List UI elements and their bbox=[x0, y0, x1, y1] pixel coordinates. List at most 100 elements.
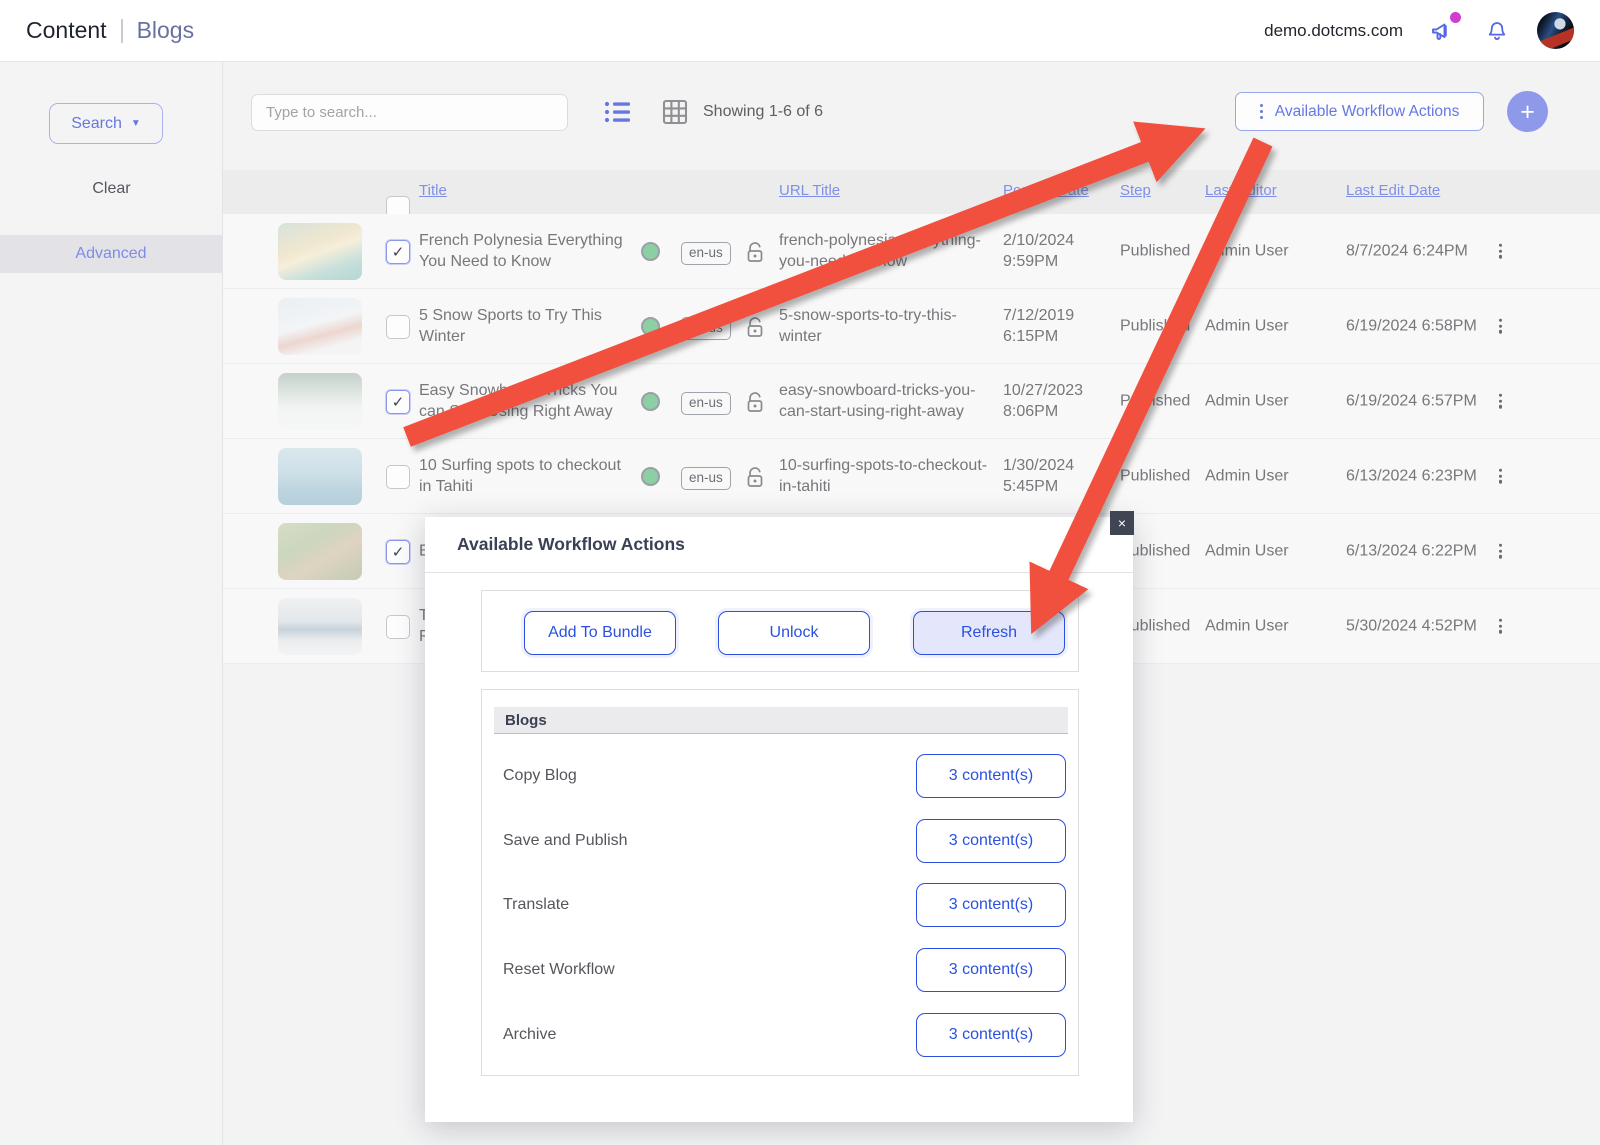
posting-date: 10/27/2023 8:06PM bbox=[1003, 380, 1099, 422]
add-content-button[interactable]: + bbox=[1507, 91, 1548, 132]
column-header-posting-date[interactable]: Posting Date bbox=[1003, 182, 1089, 199]
status-dot bbox=[641, 392, 660, 411]
workflow-step: Published bbox=[1120, 390, 1190, 411]
column-header-step[interactable]: Step bbox=[1120, 182, 1151, 199]
close-icon[interactable]: × bbox=[1110, 511, 1134, 535]
last-editor: Admin User bbox=[1205, 240, 1289, 261]
language-badge: en-us bbox=[681, 392, 731, 415]
workflow-action-label: Archive bbox=[503, 1026, 556, 1044]
workflow-group-box: Blogs Copy Blog 3 content(s) Save and Pu… bbox=[481, 689, 1079, 1076]
unlock-icon bbox=[745, 241, 765, 263]
row-menu-icon[interactable] bbox=[1495, 615, 1506, 638]
app-header: Content Blogs demo.dotcms.com bbox=[0, 0, 1600, 62]
search-input[interactable] bbox=[251, 94, 568, 131]
workflow-action-label: Translate bbox=[503, 896, 569, 914]
blog-title: French Polynesia Everything You Need to … bbox=[419, 230, 631, 272]
grid-view-icon[interactable] bbox=[662, 99, 690, 125]
blog-title: 5 Snow Sports to Try This Winter bbox=[419, 305, 631, 347]
row-menu-icon[interactable] bbox=[1495, 315, 1506, 338]
blog-thumbnail bbox=[278, 223, 362, 280]
save-and-publish-count-button[interactable]: 3 content(s) bbox=[916, 819, 1066, 863]
breadcrumb-content[interactable]: Content bbox=[26, 17, 107, 44]
url-title: french-polynesia-everything-you-need-to-… bbox=[779, 230, 993, 272]
column-header-title[interactable]: Title bbox=[419, 182, 447, 199]
column-header-url-title[interactable]: URL Title bbox=[779, 182, 840, 199]
search-dropdown-button[interactable]: Search ▼ bbox=[49, 103, 163, 144]
page-title: Blogs bbox=[137, 17, 195, 44]
url-title: easy-snowboard-tricks-you-can-start-usin… bbox=[779, 380, 993, 422]
refresh-button[interactable]: Refresh bbox=[913, 611, 1065, 655]
column-header-last-edit-date[interactable]: Last Edit Date bbox=[1346, 182, 1440, 199]
unlock-icon bbox=[745, 316, 765, 338]
megaphone-icon[interactable] bbox=[1429, 17, 1457, 45]
posting-date: 1/30/2024 5:45PM bbox=[1003, 455, 1099, 497]
row-checkbox[interactable] bbox=[386, 465, 410, 489]
table-row[interactable]: 5 Snow Sports to Try This Winter en-us 5… bbox=[223, 289, 1600, 364]
sidebar-item-advanced[interactable]: Advanced bbox=[0, 235, 222, 273]
last-edit-date: 6/13/2024 6:22PM bbox=[1346, 540, 1477, 561]
translate-count-button[interactable]: 3 content(s) bbox=[916, 883, 1066, 927]
workflow-step: Published bbox=[1120, 465, 1190, 486]
workflow-group-title: Blogs bbox=[505, 712, 547, 729]
bulk-actions-box: Add To Bundle Unlock Refresh bbox=[481, 590, 1079, 672]
url-title: 10-surfing-spots-to-checkout-in-tahiti bbox=[779, 455, 993, 497]
unlock-button[interactable]: Unlock bbox=[718, 611, 870, 655]
bell-icon[interactable] bbox=[1483, 17, 1511, 45]
workflow-step: Published bbox=[1120, 315, 1190, 336]
status-dot bbox=[641, 242, 660, 261]
workflow-step: Published bbox=[1120, 240, 1190, 261]
row-menu-icon[interactable] bbox=[1495, 240, 1506, 263]
row-checkbox[interactable] bbox=[386, 390, 410, 414]
last-edit-date: 6/19/2024 6:57PM bbox=[1346, 390, 1477, 411]
blog-thumbnail bbox=[278, 523, 362, 580]
site-selector[interactable]: demo.dotcms.com bbox=[1264, 21, 1403, 41]
table-header-row: Title URL Title Posting Date Step Last E… bbox=[223, 170, 1600, 214]
avatar[interactable] bbox=[1537, 12, 1574, 49]
table-row[interactable]: French Polynesia Everything You Need to … bbox=[223, 214, 1600, 289]
row-checkbox[interactable] bbox=[386, 540, 410, 564]
last-edit-date: 5/30/2024 4:52PM bbox=[1346, 615, 1477, 636]
status-dot bbox=[641, 317, 660, 336]
posting-date: 2/10/2024 9:59PM bbox=[1003, 230, 1099, 272]
table-row[interactable]: Easy Snowboard Tricks You can Start Usin… bbox=[223, 364, 1600, 439]
add-to-bundle-button[interactable]: Add To Bundle bbox=[524, 611, 676, 655]
available-workflow-actions-button[interactable]: Available Workflow Actions bbox=[1235, 92, 1484, 131]
list-view-icon[interactable] bbox=[604, 99, 632, 125]
last-edit-date: 6/13/2024 6:23PM bbox=[1346, 465, 1477, 486]
workflow-action-label: Reset Workflow bbox=[503, 961, 615, 979]
row-checkbox[interactable] bbox=[386, 240, 410, 264]
row-menu-icon[interactable] bbox=[1495, 465, 1506, 488]
workflow-action-row: Archive 3 content(s) bbox=[482, 1013, 1080, 1057]
last-editor: Admin User bbox=[1205, 390, 1289, 411]
workflow-actions-dialog: Available Workflow Actions × Add To Bund… bbox=[425, 517, 1133, 1122]
column-header-last-editor[interactable]: Last Editor bbox=[1205, 182, 1277, 199]
last-edit-date: 6/19/2024 6:58PM bbox=[1346, 315, 1477, 336]
copy-blog-count-button[interactable]: 3 content(s) bbox=[916, 754, 1066, 798]
language-badge: en-us bbox=[681, 317, 731, 340]
search-dropdown-label: Search bbox=[71, 115, 122, 133]
row-checkbox[interactable] bbox=[386, 615, 410, 639]
chevron-down-icon: ▼ bbox=[131, 118, 141, 129]
breadcrumb: Content Blogs bbox=[0, 17, 194, 44]
workflow-action-label: Save and Publish bbox=[503, 832, 628, 850]
archive-count-button[interactable]: 3 content(s) bbox=[916, 1013, 1066, 1057]
table-row[interactable]: 10 Surfing spots to checkout in Tahiti e… bbox=[223, 439, 1600, 514]
kebab-icon bbox=[1260, 104, 1263, 119]
dialog-header: Available Workflow Actions bbox=[425, 517, 1133, 573]
reset-workflow-count-button[interactable]: 3 content(s) bbox=[916, 948, 1066, 992]
results-count: Showing 1-6 of 6 bbox=[703, 103, 823, 121]
clear-button[interactable]: Clear bbox=[0, 180, 223, 198]
workflow-action-row: Reset Workflow 3 content(s) bbox=[482, 948, 1080, 992]
blog-thumbnail bbox=[278, 298, 362, 355]
status-dot bbox=[641, 467, 660, 486]
blog-title: Easy Snowboard Tricks You can Start Usin… bbox=[419, 380, 631, 422]
url-title: 5-snow-sports-to-try-this-winter bbox=[779, 305, 993, 347]
row-menu-icon[interactable] bbox=[1495, 540, 1506, 563]
row-menu-icon[interactable] bbox=[1495, 390, 1506, 413]
blog-title: 10 Surfing spots to checkout in Tahiti bbox=[419, 455, 631, 497]
workflow-action-row: Copy Blog 3 content(s) bbox=[482, 754, 1080, 798]
workflow-action-row: Translate 3 content(s) bbox=[482, 883, 1080, 927]
row-checkbox[interactable] bbox=[386, 315, 410, 339]
last-editor: Admin User bbox=[1205, 315, 1289, 336]
workflow-action-row: Save and Publish 3 content(s) bbox=[482, 819, 1080, 863]
